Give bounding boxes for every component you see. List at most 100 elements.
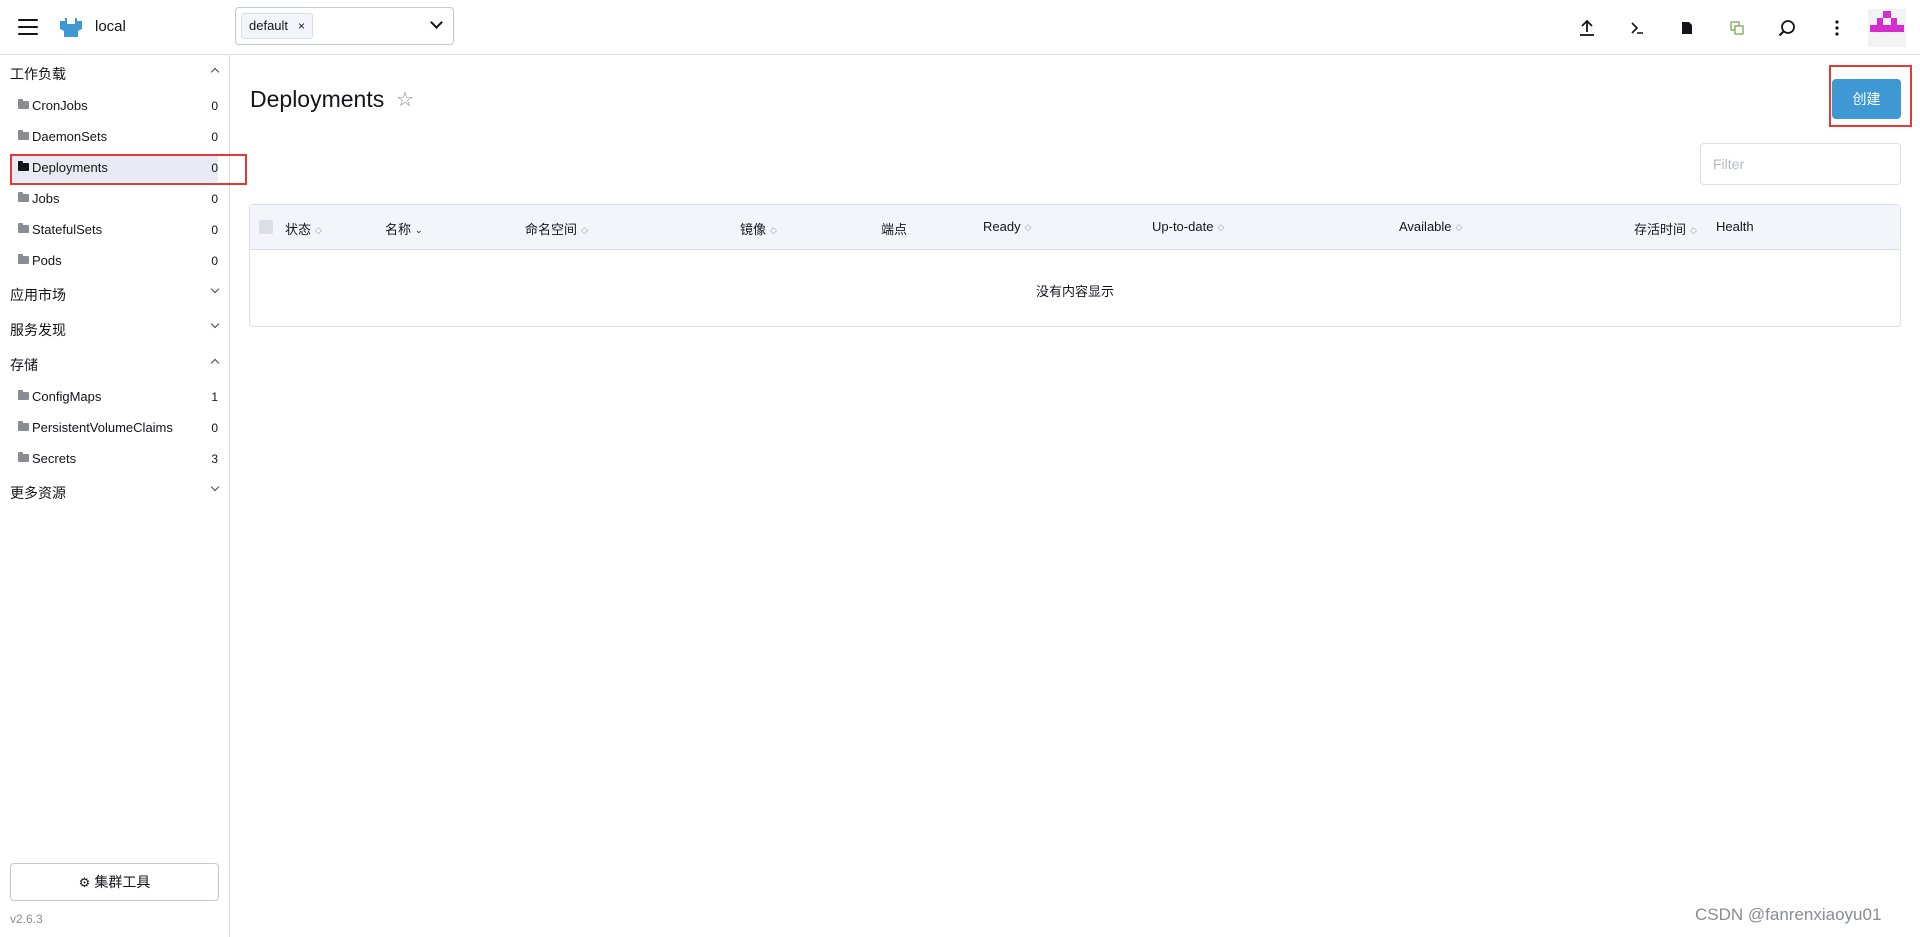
column-header-state[interactable]: 状态 ◇ [285,219,322,238]
sidebar: 工作负载 CronJobs 0 DaemonSets 0 Deployments… [0,55,230,937]
column-label: 存活时间 [1634,222,1687,237]
namespace-tag-close-icon[interactable]: × [298,14,305,38]
cluster-name[interactable]: local [95,18,126,35]
column-label: 状态 [285,222,312,237]
column-label: 镜像 [740,222,767,237]
upload-icon[interactable] [1562,8,1612,48]
sort-icon: ◇ [1217,222,1225,232]
sidebar-item-count: 0 [211,130,218,144]
column-header-endpoints: 端点 [881,219,907,238]
folder-icon [18,223,29,233]
column-label: Available [1399,219,1452,234]
page-title: Deployments [250,86,385,112]
column-header-ready[interactable]: Ready ◇ [983,219,1032,234]
sidebar-item-label: StatefulSets [32,222,103,237]
sidebar-item-cronjobs[interactable]: CronJobs 0 [12,92,218,120]
create-button[interactable]: 创建 [1832,79,1901,119]
sidebar-item-count: 0 [211,254,218,268]
sidebar-item-label: Jobs [32,191,60,206]
chevron-down-icon[interactable] [430,16,443,29]
deployments-table: 状态 ◇ 名称 ⌄ 命名空间 ◇ 镜像 ◇ 端点 Ready ◇ Up-to-date ◇ … [249,204,1901,327]
nav-group-title: 服务发现 [10,322,66,338]
sidebar-item-jobs[interactable]: Jobs 0 [12,185,218,213]
sidebar-item-pvcs[interactable]: PersistentVolumeClaims 0 [12,414,218,442]
column-header-health: Health [1716,219,1754,234]
sidebar-item-statefulsets[interactable]: StatefulSets 0 [12,216,218,244]
nav-group-storage[interactable]: 存储 [0,348,230,378]
sidebar-item-label: ConfigMaps [32,389,102,404]
nav-group-title: 工作负载 [10,66,66,82]
more-icon[interactable] [1812,8,1862,48]
column-label: Up-to-date [1152,219,1214,234]
namespace-tag: default × [241,13,314,39]
sort-down-icon: ⌄ [415,225,423,235]
column-label: Ready [983,219,1021,234]
column-label: 名称 [385,222,412,237]
column-header-image[interactable]: 镜像 ◇ [740,219,777,238]
sort-icon: ◇ [1024,222,1032,232]
nav-group-service-discovery[interactable]: 服务发现 [0,313,230,343]
terminal-icon[interactable] [1612,8,1662,48]
chevron-up-icon [210,358,220,368]
nav-group-apps[interactable]: 应用市场 [0,278,230,308]
copy-icon[interactable] [1712,8,1762,48]
nav-group-title: 更多资源 [10,485,66,501]
folder-icon [18,130,29,140]
sort-icon: ◇ [581,225,588,235]
sidebar-item-label: Secrets [32,451,77,466]
sort-icon: ◇ [1690,225,1697,235]
column-header-age[interactable]: 存活时间 ◇ [1634,219,1697,238]
sidebar-item-count: 1 [211,390,218,404]
empty-state-text: 没有内容显示 [1035,284,1114,299]
search-icon[interactable] [1762,8,1812,48]
cluster-logo-icon [60,18,82,37]
column-label: 端点 [881,222,908,237]
column-header-name[interactable]: 名称 ⌄ [385,219,423,238]
filter-input[interactable] [1700,143,1901,185]
sidebar-item-secrets[interactable]: Secrets 3 [12,445,218,473]
sidebar-item-count: 0 [211,421,218,435]
file-icon[interactable] [1662,8,1712,48]
sidebar-item-count: 0 [211,99,218,113]
sidebar-item-pods[interactable]: Pods 0 [12,247,218,275]
chevron-down-icon [210,319,220,329]
sidebar-item-label: Deployments [32,160,108,175]
column-header-up-to-date[interactable]: Up-to-date ◇ [1152,219,1224,234]
nav-group-more-resources[interactable]: 更多资源 [0,476,230,506]
chevron-up-icon [210,67,220,77]
sidebar-item-configmaps[interactable]: ConfigMaps 1 [12,383,218,411]
namespace-select[interactable]: default × [235,7,454,45]
sidebar-item-label: Pods [32,253,62,268]
avatar[interactable] [1868,8,1906,47]
sidebar-item-count: 3 [211,452,218,466]
menu-icon[interactable] [18,19,38,35]
folder-icon [18,99,29,109]
sidebar-item-label: DaemonSets [32,129,108,144]
sidebar-item-label: CronJobs [32,98,88,113]
cluster-tools-button[interactable]: ⚙ 集群工具 [10,863,219,901]
namespace-tag-label: default [249,18,289,33]
version-label[interactable]: v2.6.3 [10,912,43,926]
folder-icon [18,161,29,171]
nav-group-title: 应用市场 [10,287,66,303]
column-header-namespace[interactable]: 命名空间 ◇ [525,219,588,238]
sort-icon: ◇ [1455,222,1463,232]
nav-group-title: 存储 [10,357,38,373]
sidebar-item-daemonsets[interactable]: DaemonSets 0 [12,123,218,151]
sidebar-item-deployments[interactable]: Deployments 0 [12,154,218,182]
chevron-down-icon [210,284,220,294]
top-header: local default × [0,0,1920,55]
select-all-checkbox[interactable] [259,220,273,234]
sidebar-item-count: 0 [211,223,218,237]
column-label: 命名空间 [525,222,578,237]
chevron-down-icon [210,482,220,492]
column-header-available[interactable]: Available ◇ [1399,219,1462,234]
nav-group-workloads[interactable]: 工作负载 [0,57,230,87]
folder-icon [18,192,29,202]
sidebar-item-label: PersistentVolumeClaims [32,420,173,435]
sidebar-item-count: 0 [211,161,218,175]
folder-icon [18,254,29,264]
sort-icon: ◇ [770,225,777,235]
header-actions [1562,0,1906,55]
star-icon[interactable]: ☆ [396,87,414,112]
